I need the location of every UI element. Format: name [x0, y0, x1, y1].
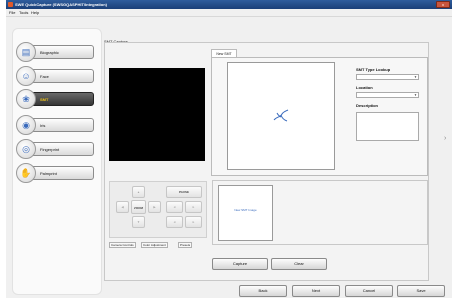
capture-button[interactable]: Capture: [212, 258, 268, 270]
palm-icon: ✋: [16, 163, 36, 183]
chevron-down-icon: ▼: [414, 93, 417, 97]
nav-iris-label: Iris: [40, 123, 46, 128]
focus-far-button[interactable]: ►: [185, 201, 202, 213]
camera-controls-panel: ▲ ◀ ZOOM ▶ ▼ PAUSE ◄ ► ◄ ►: [109, 181, 207, 238]
nav-smt-label: SMT: [40, 97, 49, 102]
chevron-right-icon: ›: [444, 135, 447, 142]
tattoo-icon: ❀: [16, 89, 36, 109]
chevron-down-icon: ▼: [414, 75, 417, 79]
eye-icon: ◉: [16, 115, 36, 135]
description-label: Description: [356, 103, 379, 108]
face-icon: ☺: [16, 66, 36, 86]
clear-button[interactable]: Clear: [271, 258, 327, 270]
back-button[interactable]: Back: [239, 285, 287, 297]
tab-presets[interactable]: Presets: [178, 242, 193, 248]
pan-left-button[interactable]: ◀: [116, 201, 129, 213]
description-textarea[interactable]: [356, 112, 419, 141]
modality-nav-panel: Biographic ▤ Face ☺ SMT ❀ Iris ◉ Fingerp…: [12, 28, 102, 295]
save-button[interactable]: Save: [397, 285, 445, 297]
smt-image-preview: [227, 62, 335, 170]
menu-tools[interactable]: Tools: [19, 9, 28, 17]
smt-type-lookup-select[interactable]: ▼: [356, 74, 419, 80]
smt-thumbnail[interactable]: New SMT Image: [218, 185, 273, 241]
tab-new-smt[interactable]: New SMT: [211, 49, 237, 57]
pan-right-button[interactable]: ▶: [148, 201, 161, 213]
tab-camera-controls[interactable]: Camera Controls: [109, 242, 136, 248]
smt-type-lookup-label: SMT Type Lookup: [356, 67, 391, 72]
document-icon: ▤: [16, 42, 36, 62]
app-icon: [8, 2, 13, 7]
zoom-label: ZOOM: [131, 200, 146, 214]
menu-help[interactable]: Help: [31, 9, 39, 17]
zoom-up-button[interactable]: ▲: [132, 186, 145, 198]
iris-open-button[interactable]: ►: [185, 216, 202, 228]
nav-palmprint-label: Palmprint: [40, 171, 57, 176]
pause-button[interactable]: PAUSE: [166, 186, 202, 198]
location-label: Location: [356, 85, 373, 90]
menu-file[interactable]: File: [9, 9, 15, 17]
nav-biographic-label: Biographic: [40, 50, 59, 55]
title-bar: SWE QuickCapture (SWSGQASPHIT/Integratio…: [6, 0, 452, 9]
menu-bar: File Tools Help: [6, 9, 452, 17]
next-button[interactable]: Next: [292, 285, 340, 297]
location-select[interactable]: ▼: [356, 92, 419, 98]
focus-near-button[interactable]: ◄: [166, 201, 183, 213]
iris-close-button[interactable]: ◄: [166, 216, 183, 228]
zoom-down-button[interactable]: ▼: [132, 216, 145, 228]
tattoo-preview-icon: [273, 109, 289, 122]
nav-face-label: Face: [40, 74, 49, 79]
close-window-button[interactable]: x: [436, 1, 450, 8]
window-title: SWE QuickCapture (SWSGQASPHIT/Integratio…: [15, 2, 108, 7]
tab-color-adjustment[interactable]: Color Adjustment: [141, 242, 168, 248]
nav-fingerprint-label: Fingerprint: [40, 147, 60, 152]
fingerprint-icon: ◎: [16, 139, 36, 159]
cancel-button[interactable]: Cancel: [345, 285, 393, 297]
camera-live-view: [109, 68, 205, 161]
